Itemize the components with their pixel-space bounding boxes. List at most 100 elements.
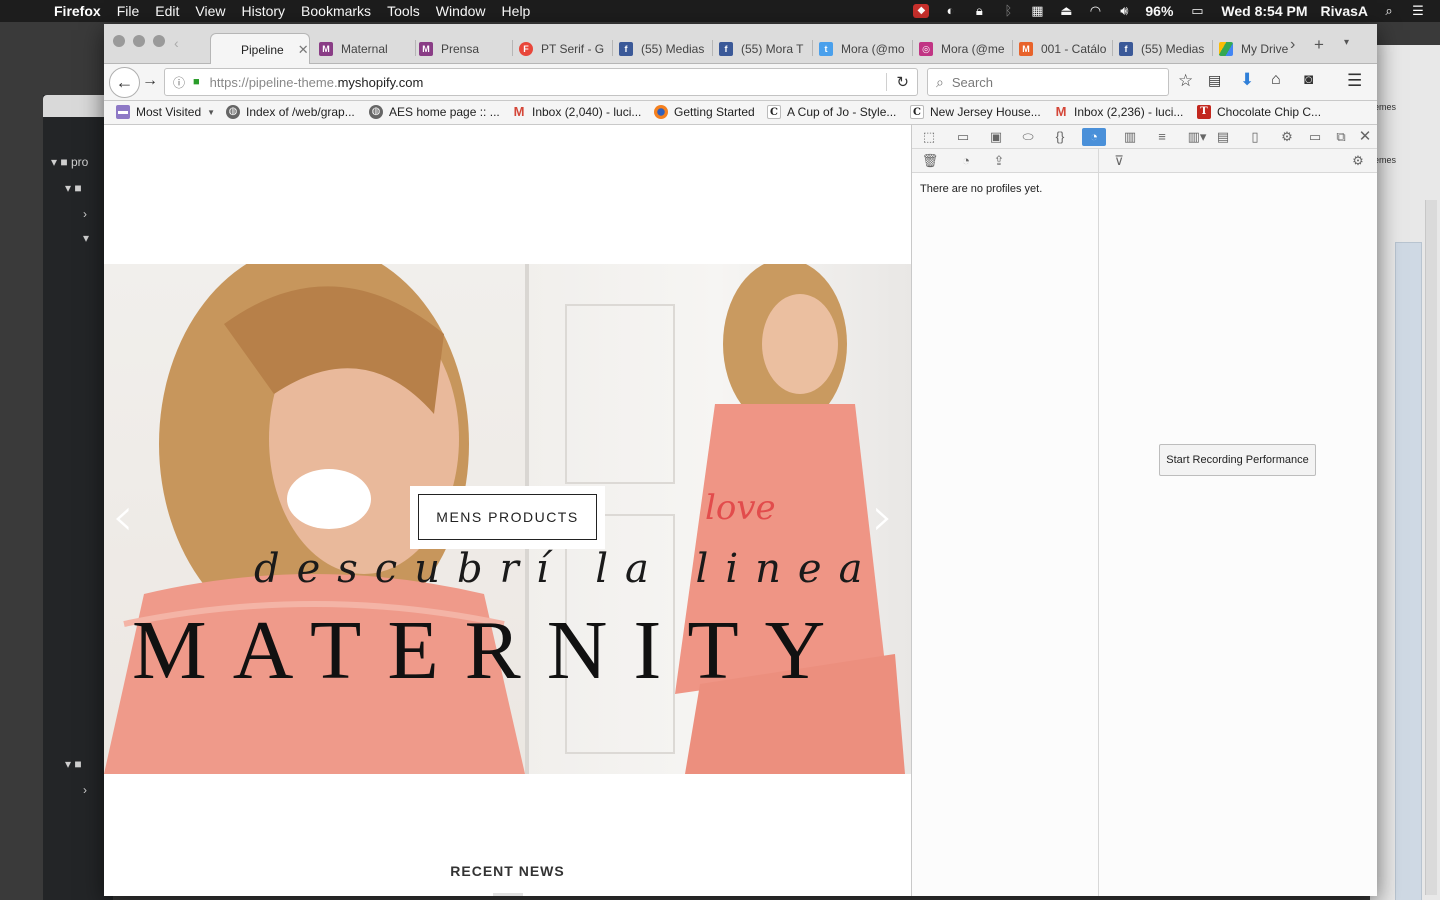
- split-console-icon[interactable]: ▥▾: [1184, 128, 1210, 146]
- menu-clock[interactable]: Wed 8:54 PM: [1221, 3, 1307, 19]
- menu-bookmarks[interactable]: Bookmarks: [301, 3, 371, 19]
- tabs-scroll-left-icon[interactable]: ‹: [174, 35, 179, 51]
- volume-icon[interactable]: 🔊︎: [1116, 4, 1132, 18]
- close-tab-icon[interactable]: ✕: [298, 42, 309, 58]
- responsive-design-icon[interactable]: ▯: [1246, 128, 1264, 146]
- menu-view[interactable]: View: [195, 3, 225, 19]
- secure-lock-icon[interactable]: ■: [193, 76, 200, 88]
- bookmark-new-jersey-house[interactable]: C New Jersey House...: [910, 105, 1041, 119]
- scratchpad-icon[interactable]: ▤: [1214, 128, 1232, 146]
- pocket-icon[interactable]: ◙: [1304, 71, 1313, 88]
- menu-edit[interactable]: Edit: [155, 3, 179, 19]
- bluetooth-icon[interactable]: ᛒ: [1000, 4, 1016, 18]
- new-tab-icon[interactable]: +: [1314, 35, 1324, 55]
- bookmark-inbox-2040[interactable]: M Inbox (2,040) - luci...: [512, 105, 642, 120]
- console-tab-icon[interactable]: ▣: [987, 128, 1005, 146]
- folder-icon: ▬: [116, 105, 130, 119]
- downloads-icon[interactable]: ⬇: [1240, 70, 1254, 90]
- bookmark-star-icon[interactable]: ☆: [1178, 71, 1193, 91]
- tab-facebook-mora[interactable]: f (55) Mora T: [719, 33, 816, 64]
- site-info-icon[interactable]: ⓘ: [173, 74, 185, 91]
- window-minimize-button[interactable]: [133, 35, 145, 47]
- editor-folder-row[interactable]: ›: [83, 207, 87, 221]
- tabs-scroll-right-icon[interactable]: ›: [1290, 36, 1295, 54]
- separate-window-icon[interactable]: ⧉: [1332, 128, 1350, 146]
- mens-products-button[interactable]: MENS PRODUCTS: [418, 494, 597, 540]
- pick-element-icon[interactable]: ⬚: [920, 128, 938, 146]
- wifi-icon[interactable]: ◠: [1087, 4, 1103, 18]
- search-bar[interactable]: ⌕ Search: [927, 68, 1169, 96]
- list-all-tabs-icon[interactable]: ▾: [1344, 37, 1349, 48]
- menu-window[interactable]: Window: [436, 3, 486, 19]
- filter-icon[interactable]: ⊽: [1110, 152, 1128, 170]
- performance-tab-icon[interactable]: ◔: [1082, 128, 1106, 146]
- performance-settings-gear-icon[interactable]: ⚙: [1349, 152, 1367, 170]
- window-close-button[interactable]: [113, 35, 125, 47]
- tab-maternal[interactable]: M Maternal: [319, 33, 419, 64]
- menu-history[interactable]: History: [241, 3, 285, 19]
- keyboard-icon[interactable]: ▦: [1029, 4, 1045, 18]
- lock-icon[interactable]: 🔒︎: [971, 4, 987, 18]
- menu-file[interactable]: File: [117, 3, 140, 19]
- forward-button[interactable]: →: [142, 72, 158, 90]
- start-recording-button[interactable]: Start Recording Performance: [1159, 444, 1316, 476]
- eject-icon[interactable]: ⏏: [1058, 4, 1074, 18]
- home-icon[interactable]: ⌂: [1271, 71, 1281, 89]
- window-zoom-button[interactable]: [153, 35, 165, 47]
- notification-center-icon[interactable]: ☰: [1410, 4, 1426, 18]
- import-recording-icon[interactable]: ◔: [957, 152, 975, 170]
- spotlight-search-icon[interactable]: ⌕: [1381, 4, 1397, 18]
- editor-folder-row[interactable]: ›: [83, 783, 87, 797]
- back-button[interactable]: ←: [109, 67, 140, 98]
- tab-facebook-medias-2[interactable]: f (55) Medias: [1119, 33, 1216, 64]
- sync-icon[interactable]: ◐: [942, 4, 958, 18]
- tab-google-drive[interactable]: My Drive: [1219, 33, 1292, 64]
- tab-instagram-mora[interactable]: ◎ Mora (@me: [919, 33, 1016, 64]
- tab-twitter-mora[interactable]: t Mora (@mo: [819, 33, 916, 64]
- reading-list-icon[interactable]: ▤: [1208, 72, 1221, 89]
- tab-prensa[interactable]: M Prensa: [419, 33, 519, 64]
- network-tab-icon[interactable]: ≡: [1153, 128, 1171, 146]
- menu-tools[interactable]: Tools: [387, 3, 420, 19]
- url-bar[interactable]: ⓘ ■ https://pipeline-theme.myshopify.com…: [164, 68, 918, 96]
- menu-user[interactable]: RivasA: [1321, 3, 1368, 19]
- side-window-panel: [1395, 242, 1422, 900]
- bookmark-inbox-2236[interactable]: M Inbox (2,236) - luci...: [1054, 105, 1184, 120]
- bookmark-most-visited[interactable]: ▬ Most Visited ▼: [116, 105, 215, 119]
- slide-prev-arrow[interactable]: ‹: [112, 490, 134, 544]
- editor-folder-row[interactable]: ▾ ■ pro: [51, 155, 88, 169]
- bookmark-cup-of-jo[interactable]: C A Cup of Jo - Style...: [767, 105, 896, 119]
- inspector-tab-icon[interactable]: ▭: [954, 128, 972, 146]
- recent-news-heading: RECENT NEWS: [450, 863, 565, 879]
- editor-folder-row[interactable]: ▾ ■: [65, 181, 82, 195]
- tab-facebook-medias[interactable]: f (55) Medias: [619, 33, 716, 64]
- debugger-tab-icon[interactable]: ⬭: [1019, 128, 1037, 146]
- tab-label: Maternal: [341, 41, 388, 56]
- bookmark-getting-started[interactable]: Getting Started: [654, 105, 755, 119]
- dock-bottom-icon[interactable]: ▭: [1306, 128, 1324, 146]
- devtools-sidebar-divider[interactable]: [1098, 149, 1099, 896]
- menu-help[interactable]: Help: [502, 3, 531, 19]
- slide-next-arrow[interactable]: ›: [872, 490, 894, 544]
- facebook-favicon-icon: f: [1119, 41, 1133, 56]
- export-recording-icon[interactable]: ⇪: [990, 152, 1008, 170]
- bookmark-aes-home[interactable]: ◍ AES home page :: ...: [369, 105, 500, 119]
- side-window-scrollbar[interactable]: [1425, 200, 1437, 895]
- editor-folder-row[interactable]: ▾: [83, 231, 89, 245]
- close-devtools-icon[interactable]: ✕: [1356, 128, 1374, 146]
- battery-icon[interactable]: ▭: [1186, 4, 1208, 18]
- shield-extension-icon[interactable]: ◆: [913, 4, 930, 18]
- bookmark-index-web-grap[interactable]: ◍ Index of /web/grap...: [226, 105, 355, 119]
- memory-tab-icon[interactable]: ▥: [1121, 128, 1139, 146]
- bookmark-chocolate-chip[interactable]: T Chocolate Chip C...: [1197, 105, 1321, 119]
- tab-magento-catalog[interactable]: M 001 - Catálo: [1019, 33, 1116, 64]
- menu-app-name[interactable]: Firefox: [54, 3, 101, 19]
- style-editor-tab-icon[interactable]: {}: [1051, 128, 1069, 146]
- tab-pt-serif[interactable]: F PT Serif - G: [519, 33, 619, 64]
- settings-gear-icon[interactable]: ⚙: [1278, 128, 1296, 146]
- tab-pipeline[interactable]: Pipeline ✕: [210, 33, 310, 65]
- clear-profiles-icon[interactable]: 🗑︎: [921, 152, 939, 170]
- reload-icon[interactable]: ↻: [896, 73, 909, 91]
- hamburger-menu-icon[interactable]: ☰: [1347, 71, 1362, 91]
- editor-folder-row[interactable]: ▾ ■: [65, 757, 82, 771]
